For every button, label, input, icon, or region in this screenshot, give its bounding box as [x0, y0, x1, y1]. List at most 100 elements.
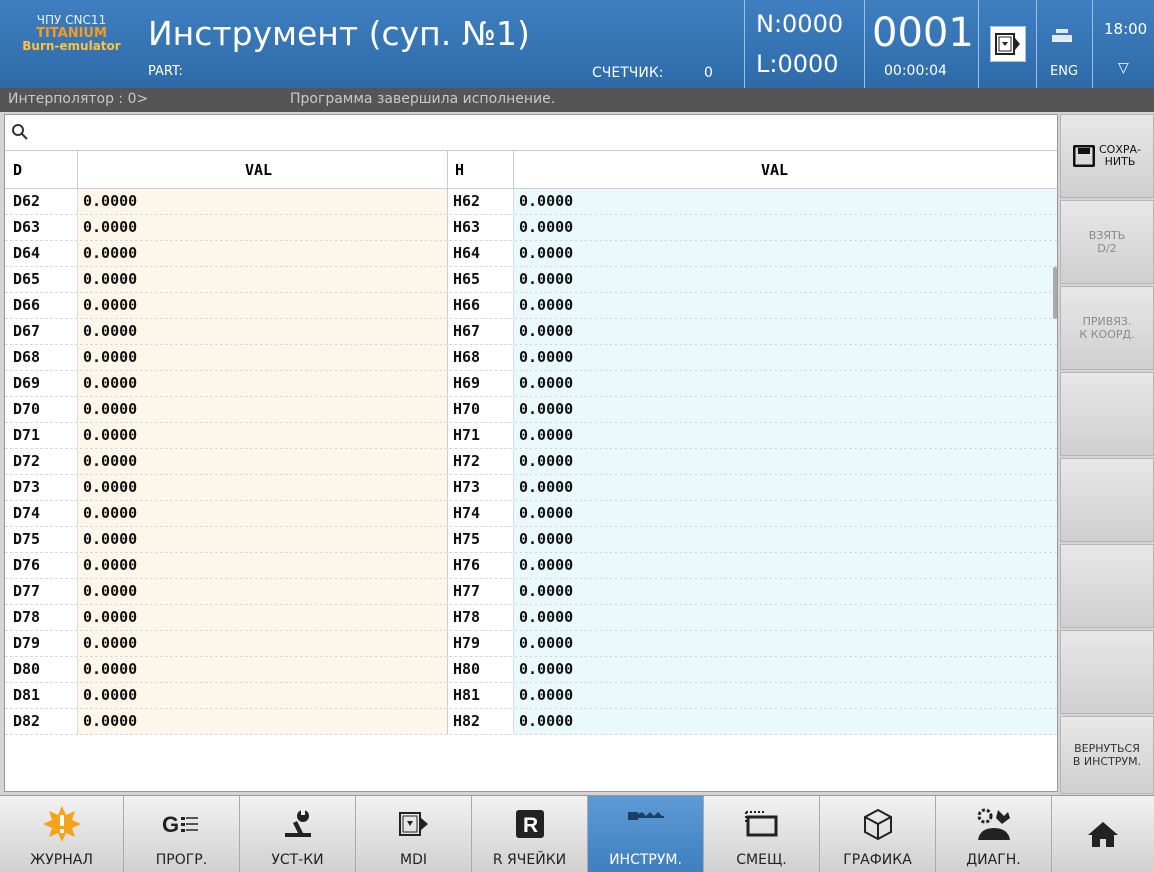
nav-home[interactable] [1052, 796, 1154, 872]
d-value-cell[interactable]: 0.0000 [83, 452, 137, 470]
d-value-cell[interactable]: 0.0000 [83, 400, 137, 418]
d-value-cell[interactable]: 0.0000 [83, 634, 137, 652]
table-row[interactable]: D78 0.0000 H78 0.0000 [5, 605, 1057, 631]
column-divider [447, 449, 448, 474]
table-row[interactable]: D79 0.0000 H79 0.0000 [5, 631, 1057, 657]
nav-offsets[interactable]: СМЕЩ. [704, 796, 820, 872]
table-row[interactable]: D73 0.0000 H73 0.0000 [5, 475, 1057, 501]
d-value-cell[interactable]: 0.0000 [83, 296, 137, 314]
h-val-cell-bg [513, 579, 1057, 604]
wrench-tool-icon [240, 804, 355, 844]
header-divider [978, 0, 979, 88]
d-value-cell[interactable]: 0.0000 [83, 218, 137, 236]
table-row[interactable]: D71 0.0000 H71 0.0000 [5, 423, 1057, 449]
table-row[interactable]: D72 0.0000 H72 0.0000 [5, 449, 1057, 475]
h-value-cell[interactable]: 0.0000 [519, 192, 573, 210]
h-value-cell[interactable]: 0.0000 [519, 348, 573, 366]
table-row[interactable]: D81 0.0000 H81 0.0000 [5, 683, 1057, 709]
language-indicator[interactable]: ENG [1050, 64, 1078, 79]
h-value-cell[interactable]: 0.0000 [519, 322, 573, 340]
h-value-cell[interactable]: 0.0000 [519, 660, 573, 678]
column-divider [513, 605, 514, 630]
h-value-cell[interactable]: 0.0000 [519, 686, 573, 704]
h-value-cell[interactable]: 0.0000 [519, 244, 573, 262]
nav-r-cells[interactable]: R R ЯЧЕЙКИ [472, 796, 588, 872]
table-row[interactable]: D64 0.0000 H64 0.0000 [5, 241, 1057, 267]
search-icon[interactable] [11, 123, 29, 141]
column-divider [447, 631, 448, 656]
d-value-cell[interactable]: 0.0000 [83, 478, 137, 496]
table-header: D VAL H VAL [5, 151, 1057, 189]
nav-graphics[interactable]: ГРАФИКА [820, 796, 936, 872]
keyboard-icon[interactable] [1050, 26, 1074, 42]
table-row[interactable]: D66 0.0000 H66 0.0000 [5, 293, 1057, 319]
h-value-cell[interactable]: 0.0000 [519, 296, 573, 314]
mdi-mode-button[interactable] [990, 26, 1026, 62]
d-value-cell[interactable]: 0.0000 [83, 608, 137, 626]
d-value-cell[interactable]: 0.0000 [83, 270, 137, 288]
d-value-cell[interactable]: 0.0000 [83, 244, 137, 262]
column-divider [513, 631, 514, 656]
h-value-cell[interactable]: 0.0000 [519, 400, 573, 418]
table-row[interactable]: D68 0.0000 H68 0.0000 [5, 345, 1057, 371]
table-row[interactable]: D65 0.0000 H65 0.0000 [5, 267, 1057, 293]
h-value-cell[interactable]: 0.0000 [519, 504, 573, 522]
d-value-cell[interactable]: 0.0000 [83, 686, 137, 704]
empty-side-button[interactable] [1060, 630, 1154, 714]
h-value-cell[interactable]: 0.0000 [519, 582, 573, 600]
nav-diagnostics[interactable]: ДИАГН. [936, 796, 1052, 872]
h-value-cell[interactable]: 0.0000 [519, 608, 573, 626]
table-row[interactable]: D75 0.0000 H75 0.0000 [5, 527, 1057, 553]
h-value-cell[interactable]: 0.0000 [519, 530, 573, 548]
h-register-cell: H66 [453, 296, 481, 314]
d-value-cell[interactable]: 0.0000 [83, 504, 137, 522]
nav-mdi[interactable]: MDI [356, 796, 472, 872]
d-value-cell[interactable]: 0.0000 [83, 322, 137, 340]
table-row[interactable]: D74 0.0000 H74 0.0000 [5, 501, 1057, 527]
nav-tools[interactable]: ИНСТРУМ. [588, 796, 704, 872]
h-value-cell[interactable]: 0.0000 [519, 270, 573, 288]
h-value-cell[interactable]: 0.0000 [519, 712, 573, 730]
d-value-cell[interactable]: 0.0000 [83, 348, 137, 366]
h-value-cell[interactable]: 0.0000 [519, 634, 573, 652]
table-row[interactable]: D76 0.0000 H76 0.0000 [5, 553, 1057, 579]
bind-coords-button[interactable]: ПРИВЯЗ. К КООРД. [1060, 286, 1154, 370]
d-value-cell[interactable]: 0.0000 [83, 712, 137, 730]
d-register-cell: D75 [13, 530, 41, 548]
d-value-cell[interactable]: 0.0000 [83, 192, 137, 210]
column-divider [513, 683, 514, 708]
d-value-cell[interactable]: 0.0000 [83, 426, 137, 444]
nav-program[interactable]: G ПРОГР. [124, 796, 240, 872]
d-value-cell[interactable]: 0.0000 [83, 530, 137, 548]
table-row[interactable]: D82 0.0000 H82 0.0000 [5, 709, 1057, 735]
scrollbar[interactable] [1053, 267, 1057, 319]
nav-journal[interactable]: ЖУРНАЛ [0, 796, 124, 872]
empty-side-button[interactable] [1060, 372, 1154, 456]
table-row[interactable]: D77 0.0000 H77 0.0000 [5, 579, 1057, 605]
table-row[interactable]: D70 0.0000 H70 0.0000 [5, 397, 1057, 423]
empty-side-button[interactable] [1060, 458, 1154, 542]
table-row[interactable]: D69 0.0000 H69 0.0000 [5, 371, 1057, 397]
save-button[interactable]: СОХРА- НИТЬ [1060, 114, 1154, 198]
search-field[interactable] [5, 115, 1057, 151]
take-half-line2: D/2 [1097, 242, 1117, 255]
table-row[interactable]: D62 0.0000 H62 0.0000 [5, 189, 1057, 215]
h-value-cell[interactable]: 0.0000 [519, 218, 573, 236]
back-to-tools-button[interactable]: ВЕРНУТЬСЯ В ИНСТРУМ. [1060, 716, 1154, 794]
h-value-cell[interactable]: 0.0000 [519, 556, 573, 574]
table-row[interactable]: D67 0.0000 H67 0.0000 [5, 319, 1057, 345]
h-value-cell[interactable]: 0.0000 [519, 478, 573, 496]
h-value-cell[interactable]: 0.0000 [519, 374, 573, 392]
d-value-cell[interactable]: 0.0000 [83, 660, 137, 678]
empty-side-button[interactable] [1060, 544, 1154, 628]
nav-settings[interactable]: УСТ-КИ [240, 796, 356, 872]
table-row[interactable]: D80 0.0000 H80 0.0000 [5, 657, 1057, 683]
table-row[interactable]: D63 0.0000 H63 0.0000 [5, 215, 1057, 241]
h-register-cell: H62 [453, 192, 481, 210]
d-value-cell[interactable]: 0.0000 [83, 556, 137, 574]
d-value-cell[interactable]: 0.0000 [83, 374, 137, 392]
h-value-cell[interactable]: 0.0000 [519, 426, 573, 444]
take-half-button[interactable]: ВЗЯТЬ D/2 [1060, 200, 1154, 284]
h-value-cell[interactable]: 0.0000 [519, 452, 573, 470]
d-value-cell[interactable]: 0.0000 [83, 582, 137, 600]
